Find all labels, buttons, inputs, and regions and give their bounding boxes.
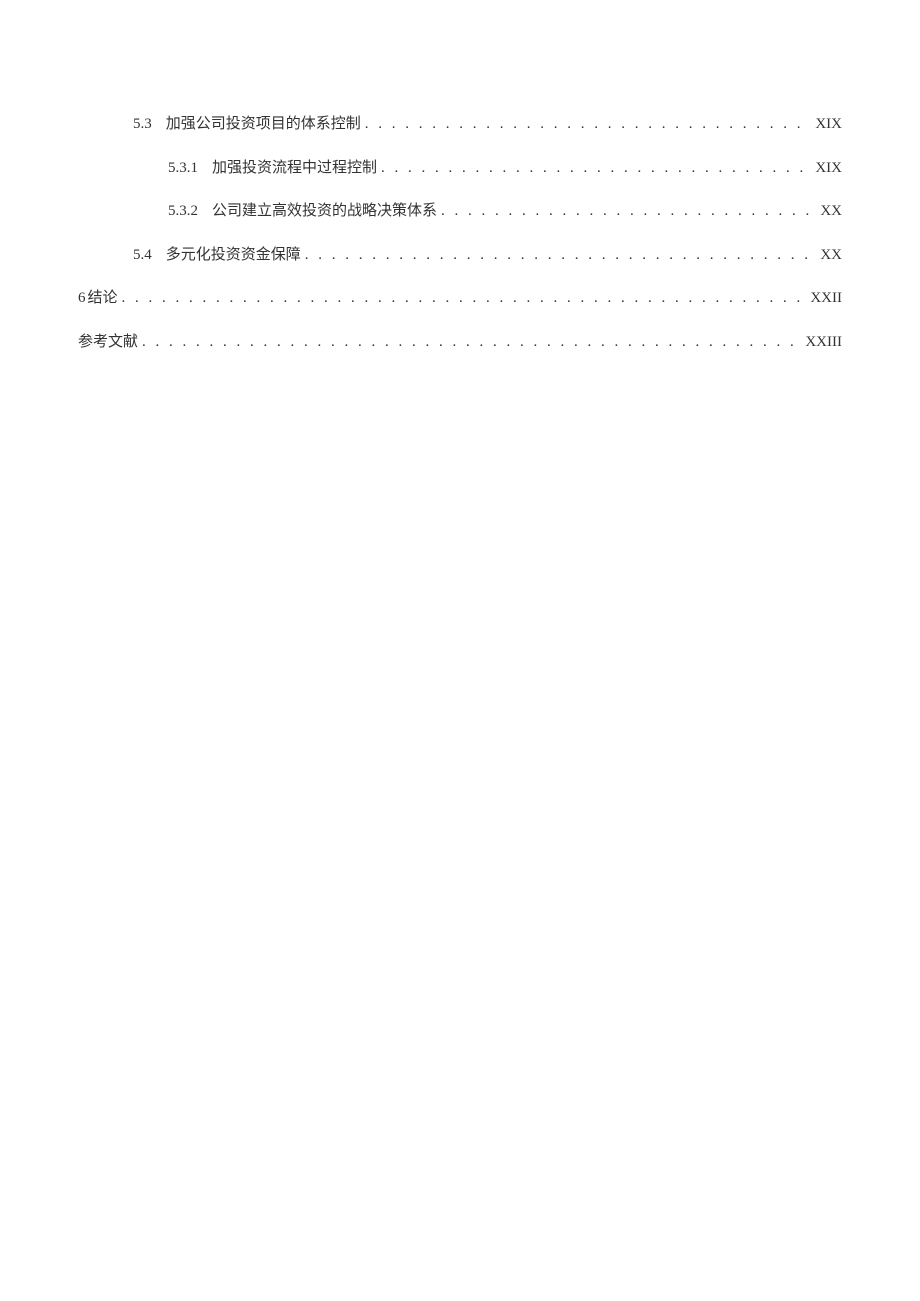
toc-entry-page: XXIII bbox=[805, 334, 842, 351]
toc-entry-number: 6 bbox=[78, 290, 86, 307]
toc-entry-left: 5.3 加强公司投资项目的体系控制 bbox=[133, 112, 361, 133]
toc-entry-title: 加强投资流程中过程控制 bbox=[212, 156, 377, 177]
toc-entry: 5.3.1 加强投资流程中过程控制 XIX bbox=[78, 156, 842, 177]
toc-entry-number: 5.3 bbox=[133, 116, 152, 133]
toc-entry-page: XX bbox=[820, 203, 842, 220]
toc-entry-left: 5.3.2 公司建立高效投资的战略决策体系 bbox=[168, 199, 437, 220]
toc-entry-page: XIX bbox=[815, 160, 842, 177]
toc-leader-dots bbox=[365, 116, 812, 133]
toc-leader-dots bbox=[305, 247, 817, 264]
toc-entry-left: 6结论 bbox=[78, 286, 118, 307]
toc-leader-dots bbox=[381, 160, 811, 177]
toc-entry-number: 5.3.1 bbox=[168, 160, 198, 177]
toc-leader-dots bbox=[441, 203, 816, 220]
toc-entry: 5.3.2 公司建立高效投资的战略决策体系 XX bbox=[78, 199, 842, 220]
toc-entry-page: XXII bbox=[810, 290, 842, 307]
toc-entry-page: XX bbox=[820, 247, 842, 264]
toc-entry: 参考文献 XXIII bbox=[78, 330, 842, 351]
toc-entry-left: 参考文献 bbox=[78, 330, 138, 351]
toc-entry: 5.4 多元化投资资金保障 XX bbox=[78, 243, 842, 264]
toc-entry-title: 参考文献 bbox=[78, 330, 138, 351]
toc-entry-number: 5.3.2 bbox=[168, 203, 198, 220]
toc-entry-title: 结论 bbox=[88, 286, 118, 307]
toc-entry-left: 5.3.1 加强投资流程中过程控制 bbox=[168, 156, 377, 177]
toc-entry-title: 加强公司投资项目的体系控制 bbox=[166, 112, 361, 133]
toc-entry: 6结论 XXII bbox=[78, 286, 842, 307]
toc-leader-dots bbox=[142, 334, 801, 351]
toc-entry-title: 公司建立高效投资的战略决策体系 bbox=[212, 199, 437, 220]
document-page: 5.3 加强公司投资项目的体系控制 XIX 5.3.1 加强投资流程中过程控制 XI… bbox=[0, 0, 920, 351]
toc-entry: 5.3 加强公司投资项目的体系控制 XIX bbox=[78, 112, 842, 133]
toc-entry-page: XIX bbox=[815, 116, 842, 133]
toc-entry-left: 5.4 多元化投资资金保障 bbox=[133, 243, 301, 264]
toc-entry-title: 多元化投资资金保障 bbox=[166, 243, 301, 264]
toc-entry-number: 5.4 bbox=[133, 247, 152, 264]
toc-leader-dots bbox=[122, 290, 807, 307]
